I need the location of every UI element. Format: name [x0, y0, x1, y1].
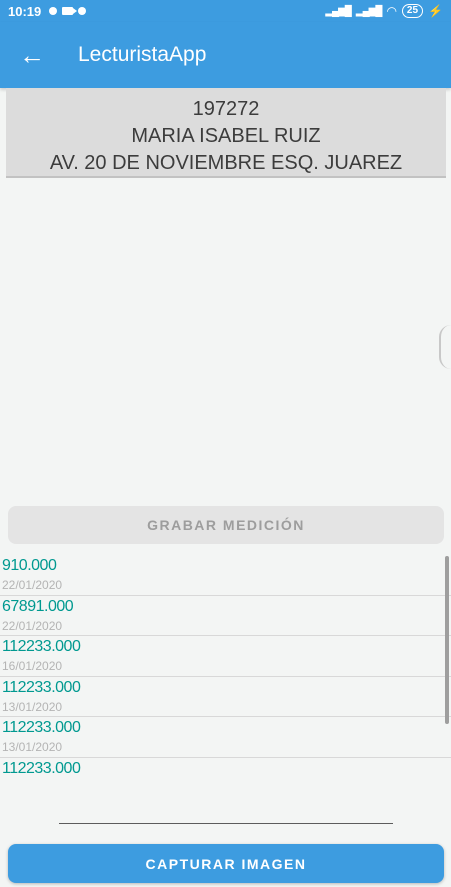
list-item[interactable]: 67891.000 22/01/2020	[0, 596, 451, 636]
list-scrollbar[interactable]	[445, 556, 449, 724]
reading-value: 112233.000	[2, 678, 81, 696]
wifi-icon: ◠	[386, 4, 397, 18]
reading-date: 22/01/2020	[2, 618, 63, 633]
list-item[interactable]: 112233.000	[0, 758, 451, 778]
list-item[interactable]: 910.000 22/01/2020	[0, 555, 451, 596]
customer-address: AV. 20 DE NOVIEMBRE ESQ. JUAREZ	[49, 152, 403, 174]
app-title: LecturistaApp	[78, 43, 207, 66]
reading-date: 22/01/2020	[2, 578, 63, 592]
grabar-medicion-button[interactable]: GRABAR MEDICIÓN	[8, 506, 444, 544]
notification-dot-icon	[49, 7, 58, 15]
customer-account: 197272	[192, 98, 260, 120]
list-item[interactable]: 112233.000 13/01/2020	[0, 677, 451, 717]
signal-icon: ▂▄▆█	[325, 5, 352, 17]
readings-list[interactable]: 910.000 22/01/2020 67891.000 22/01/2020 …	[0, 555, 451, 777]
reading-date: 13/01/2020	[2, 699, 63, 714]
customer-header: 197272 MARIA ISABEL RUIZ AV. 20 DE NOVIE…	[6, 88, 446, 178]
status-right-icons: ▂▄▆█ ▂▄▆█ ◠ 25 ⚡	[325, 4, 443, 18]
signal-icon: ▂▄▆█	[355, 5, 383, 17]
customer-name: MARIA ISABEL RUIZ	[131, 125, 321, 147]
notification-dot-icon	[78, 7, 87, 15]
divider	[59, 823, 393, 824]
reading-value: 67891.000	[2, 597, 74, 615]
video-camera-icon	[62, 7, 78, 15]
battery-icon: 25	[401, 4, 424, 18]
charging-icon: ⚡	[428, 4, 443, 18]
side-drawer-handle[interactable]	[439, 325, 451, 369]
reading-value: 910.000	[2, 557, 57, 574]
list-item[interactable]: 112233.000 13/01/2020	[0, 717, 451, 758]
app-bar: ← LecturistaApp	[0, 22, 451, 88]
reading-date: 13/01/2020	[2, 740, 63, 754]
reading-value: 112233.000	[2, 759, 81, 777]
status-bar: 10:19 ▂▄▆█ ▂▄▆█ ◠ 25 ⚡	[0, 0, 451, 22]
back-arrow-icon[interactable]: ←	[0, 22, 64, 88]
capturar-imagen-button[interactable]: CAPTURAR IMAGEN	[8, 844, 444, 883]
reading-value: 112233.000	[2, 638, 81, 655]
list-item[interactable]: 112233.000 16/01/2020	[0, 636, 451, 677]
reading-value: 112233.000	[2, 719, 81, 736]
status-time: 10:19	[8, 3, 42, 19]
reading-date: 16/01/2020	[2, 659, 63, 673]
